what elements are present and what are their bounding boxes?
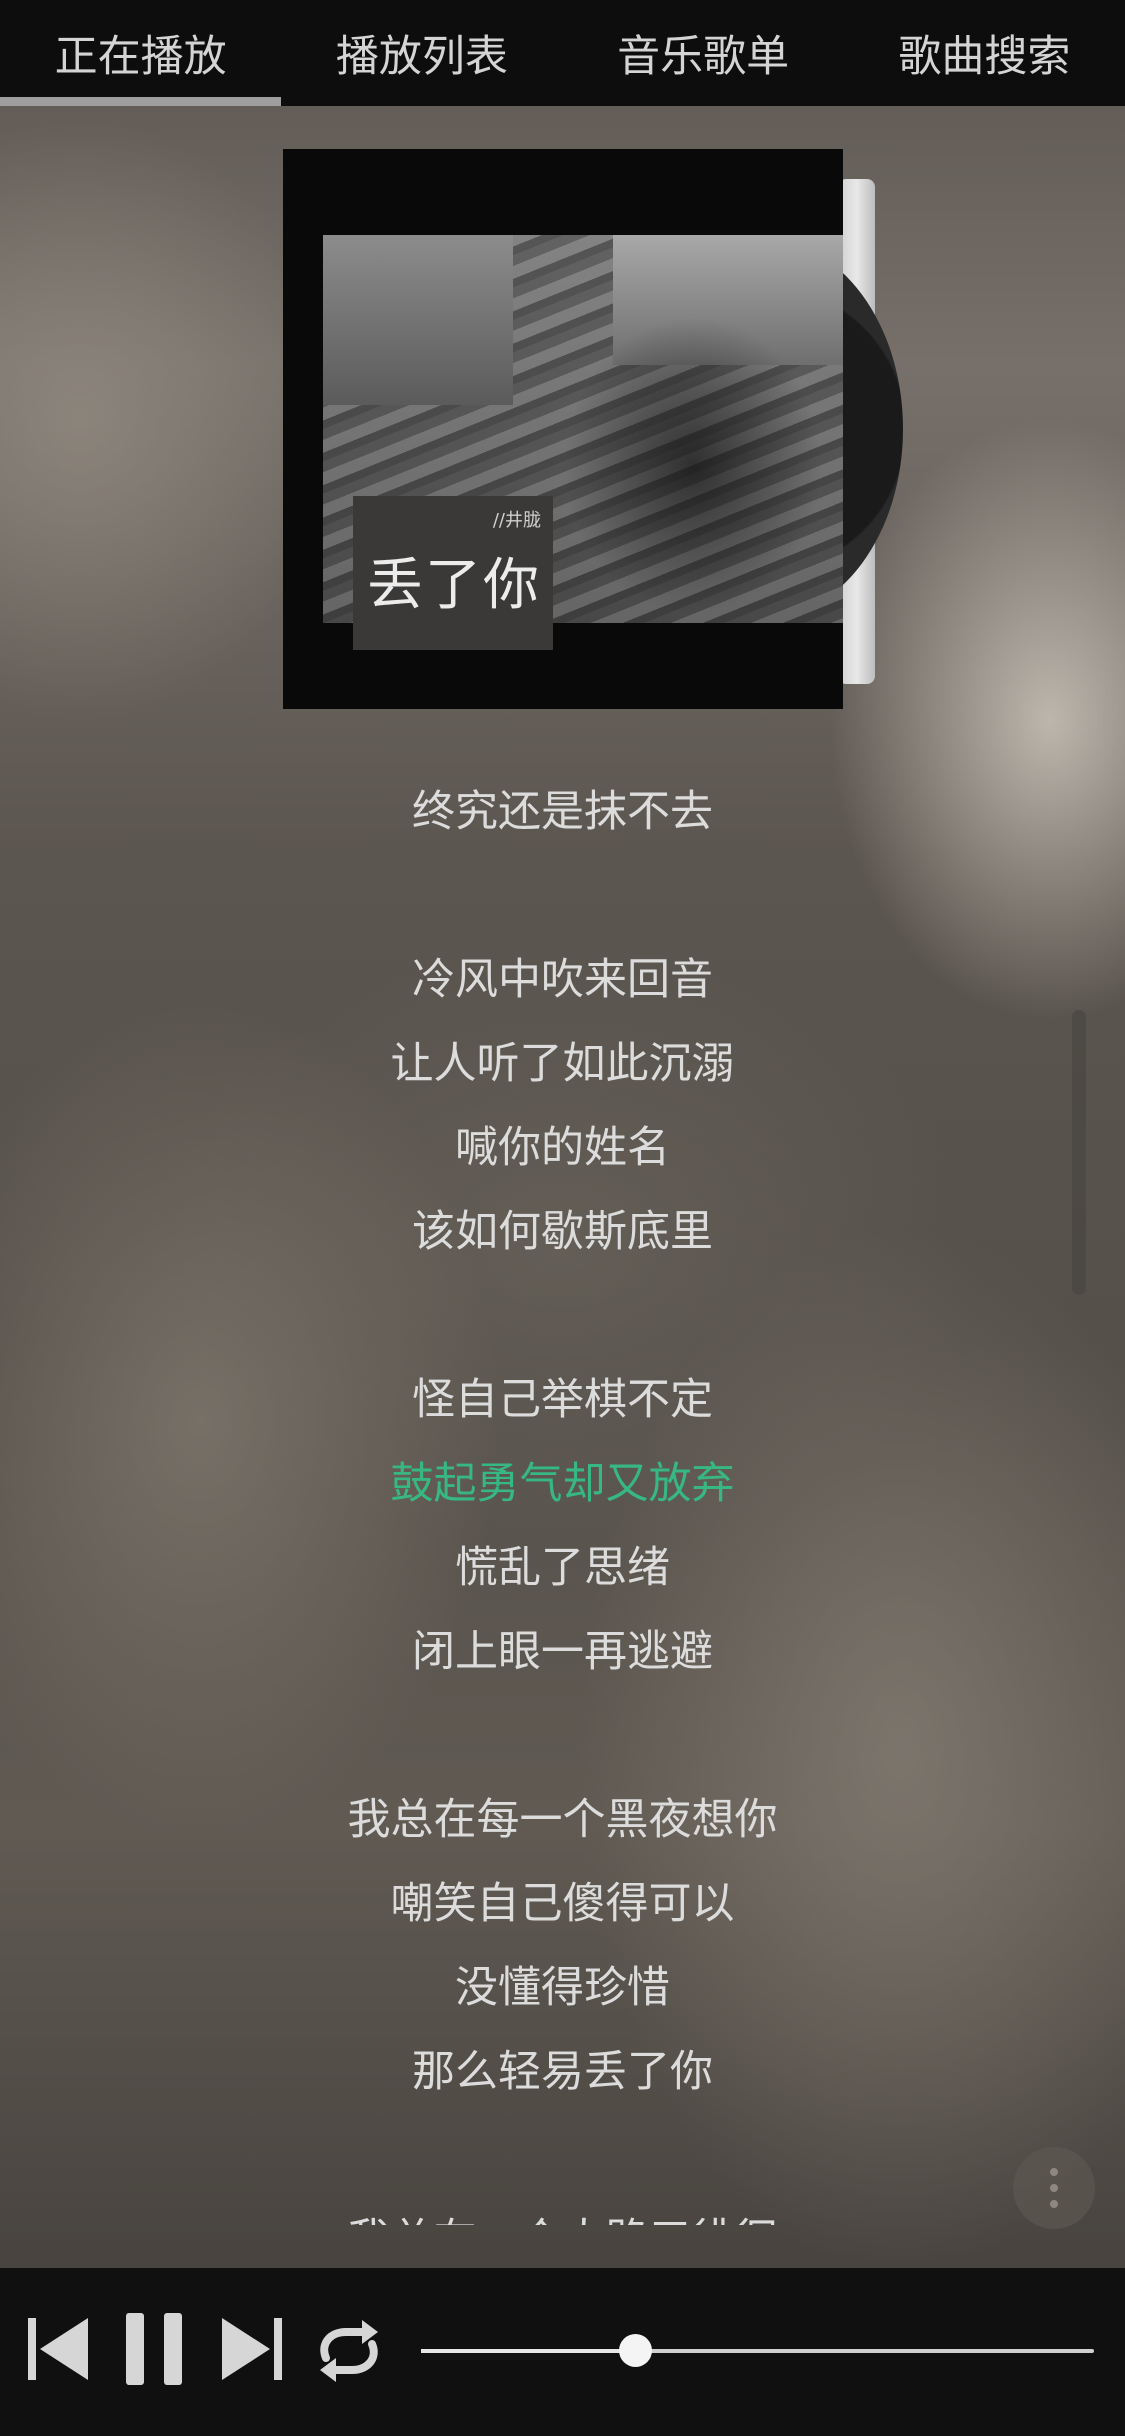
lyrics-panel[interactable]: 终究还是抹不去 冷风中吹来回音 让人听了如此沉溺 喊你的姓名该如何歇斯底里 怪自己举棋不… bbox=[0, 770, 1125, 2225]
pause-icon bbox=[126, 2313, 182, 2385]
pause-button[interactable] bbox=[126, 2313, 182, 2385]
cover-photo-wall-left bbox=[323, 235, 513, 405]
current-lyric-line: 鼓起勇气却又放弃 bbox=[390, 1459, 735, 1509]
more-vertical-icon bbox=[1050, 2168, 1058, 2176]
lyric-line: 慌乱了思绪 bbox=[455, 1543, 670, 1593]
lyric-line bbox=[0, 2114, 1125, 2198]
tab-music-playlists[interactable]: 音乐歌单 bbox=[563, 0, 844, 106]
album-artist: //井胧 bbox=[492, 510, 541, 531]
tab-now-playing[interactable]: 正在播放 bbox=[0, 0, 282, 106]
album-cover: //井胧 丢了你 bbox=[283, 149, 843, 709]
next-button[interactable] bbox=[222, 2316, 282, 2382]
lyric-line: 嘲笑自己傻得可以 bbox=[390, 1879, 735, 1929]
tab-label: 播放列表 bbox=[335, 32, 508, 82]
lyric-line: 冷风中吹来回音 bbox=[412, 955, 713, 1005]
more-dot bbox=[1050, 2200, 1058, 2208]
repeat-icon bbox=[320, 2320, 378, 2382]
lyric-line: 终究还是抹不去 bbox=[412, 787, 713, 837]
lyric-line: 该如何歇斯底里 bbox=[412, 1207, 713, 1257]
progress-slider[interactable] bbox=[421, 2334, 1094, 2367]
lyric-line bbox=[0, 854, 1125, 938]
progress-thumb[interactable] bbox=[619, 2334, 652, 2367]
progress-fill bbox=[421, 2349, 635, 2353]
album-title-box: //井胧 丢了你 bbox=[353, 496, 553, 650]
lyric-line: 我总在一个人路口徘徊 bbox=[0, 2198, 1125, 2225]
lyric-line bbox=[0, 1274, 1125, 1358]
album-art: //井胧 丢了你 bbox=[283, 149, 903, 709]
lyric-line: 怪自己举棋不定 bbox=[412, 1375, 713, 1425]
lyric-line: 那么轻易丢了你 bbox=[412, 2047, 713, 2097]
tab-playlist[interactable]: 播放列表 bbox=[281, 0, 562, 106]
lyric-line bbox=[0, 1694, 1125, 1778]
lyric-line: 没懂得珍惜 bbox=[455, 1963, 670, 2013]
cover-photo-crowd bbox=[563, 315, 823, 615]
tab-song-search[interactable]: 歌曲搜索 bbox=[844, 0, 1125, 106]
tab-label: 歌曲搜索 bbox=[898, 32, 1071, 82]
player-controls bbox=[0, 2268, 1125, 2436]
lyrics-scrollbar[interactable] bbox=[1072, 1010, 1086, 1295]
album-title: 丢了你 bbox=[367, 553, 541, 618]
tab-label: 音乐歌单 bbox=[617, 32, 790, 82]
lyric-line: 我总在每一个黑夜想你 bbox=[347, 1795, 778, 1845]
repeat-button[interactable] bbox=[314, 2318, 384, 2384]
lyric-line: 让人听了如此沉溺 bbox=[390, 1039, 735, 1089]
skip-next-icon bbox=[222, 2318, 282, 2380]
tab-label: 正在播放 bbox=[54, 32, 227, 82]
previous-button[interactable] bbox=[28, 2316, 88, 2382]
lyric-line: 喊你的姓名 bbox=[455, 1123, 670, 1173]
lyric-line: 闭上眼一再逃避 bbox=[412, 1627, 713, 1677]
more-dot bbox=[1050, 2184, 1058, 2192]
top-tab-bar: 正在播放 播放列表 音乐歌单 歌曲搜索 bbox=[0, 0, 1125, 106]
more-options-button[interactable] bbox=[1013, 2147, 1095, 2229]
skip-previous-icon bbox=[28, 2318, 88, 2380]
